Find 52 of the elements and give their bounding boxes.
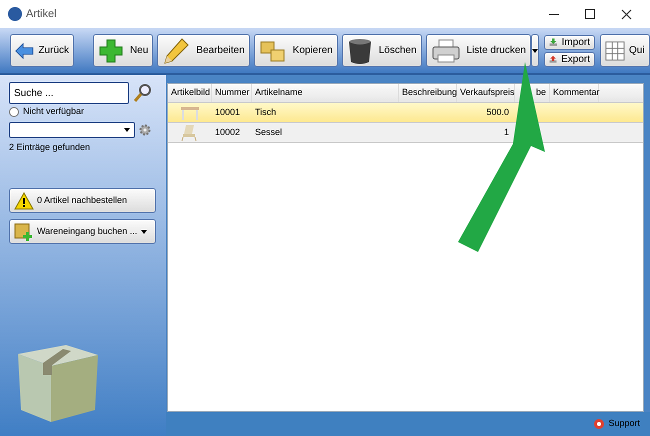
maximize-icon[interactable]	[585, 9, 595, 19]
print-list-button[interactable]: Liste drucken	[426, 34, 531, 67]
search-icon[interactable]	[133, 83, 153, 103]
table-cell-text: 10001	[214, 106, 242, 119]
goods-receipt-button[interactable]: Wareneingang buchen ...	[9, 219, 156, 244]
toolbar-button[interactable]: Bearbeiten	[157, 34, 250, 67]
dropdown-button[interactable]	[531, 34, 539, 67]
grid-icon	[605, 40, 625, 60]
window-title: Artikel	[26, 6, 57, 22]
table-cell-text: 10002	[214, 126, 242, 139]
support-link[interactable]: Support	[608, 417, 640, 431]
table-icon	[180, 104, 200, 120]
search-field[interactable]: Suche ...	[9, 82, 129, 104]
toolbar-button[interactable]: Qui	[600, 34, 650, 67]
table-row[interactable]: 10002 Sessel 1	[168, 123, 643, 143]
caret-icon	[124, 128, 130, 132]
table-cell-text: Sessel	[254, 126, 284, 139]
toolbar-button[interactable]: Export	[544, 52, 595, 66]
column-header[interactable]: Artikelbild	[168, 84, 212, 102]
table-cell-text: 1	[502, 126, 510, 139]
reorder-button[interactable]: 0 Artikel nachbestellen	[9, 188, 156, 213]
dropdown-field[interactable]	[9, 122, 135, 138]
result-count: 2 Einträge gefunden	[9, 140, 92, 154]
gear-icon[interactable]	[139, 124, 151, 136]
toolbar-button[interactable]: Neu	[92, 34, 154, 67]
caret-icon	[141, 230, 147, 234]
column-header[interactable]: Beschreibung	[399, 84, 457, 102]
radio-button[interactable]	[9, 106, 19, 117]
app-logo-icon	[8, 7, 22, 21]
pencil-icon	[162, 36, 190, 64]
toolbar-button[interactable]: Kopieren	[254, 34, 338, 67]
column-header[interactable]: Verkaufspreis	[457, 84, 515, 102]
printer-icon	[430, 38, 461, 64]
trash-bin-icon	[346, 36, 373, 64]
column-header[interactable]: Nummer	[212, 84, 252, 102]
column-header[interactable]: Artikelname	[252, 84, 399, 102]
radio-label: Nicht verfügbar	[23, 105, 84, 118]
table-cell-text: 500.0	[485, 106, 510, 119]
lifebuoy-icon	[594, 419, 604, 429]
box-plus-icon	[14, 222, 34, 242]
plus-icon	[98, 38, 124, 64]
import-icon	[549, 36, 558, 48]
column-header[interactable]: Kommentar	[550, 84, 599, 102]
toolbar-button[interactable]: Import	[544, 34, 595, 50]
arrow-left-icon	[15, 40, 34, 60]
table-row[interactable]: 10001 Tisch 500.0	[168, 103, 643, 123]
table-cell-text: Tisch	[254, 106, 278, 119]
back-button[interactable]: Zurück	[10, 34, 74, 67]
warning-icon	[14, 192, 34, 210]
toolbar-button[interactable]: Löschen	[342, 34, 422, 67]
caret-icon	[532, 48, 538, 52]
close-icon[interactable]	[621, 8, 632, 20]
